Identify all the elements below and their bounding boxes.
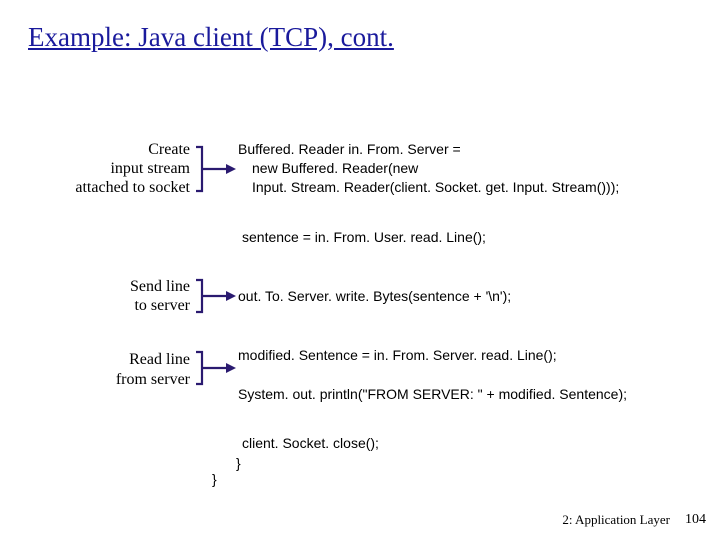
section-send-line: Send line to server out. To. Server. wri… <box>0 276 720 316</box>
label-read-line: Read line from server <box>0 346 190 388</box>
code-close-socket: client. Socket. close(); <box>0 434 720 453</box>
code-closing-braces: } } <box>212 455 241 487</box>
slide-content: Create input stream attached to socket B… <box>0 140 720 481</box>
footer-page-number: 104 <box>685 512 706 528</box>
code-create-stream: Buffered. Reader in. From. Server = new … <box>238 140 619 197</box>
code-line: new Buffered. Reader(new <box>238 159 619 178</box>
closing-brace: } <box>212 471 241 487</box>
label-create-stream: Create input stream attached to socket <box>0 140 190 198</box>
code-send-line: out. To. Server. write. Bytes(sentence +… <box>238 287 511 306</box>
slide-title: Example: Java client (TCP), cont. <box>28 22 394 53</box>
closing-brace: } <box>212 455 241 471</box>
arrow-icon <box>190 346 238 388</box>
code-line: System. out. println("FROM SERVER: " + m… <box>238 385 627 404</box>
footer-chapter: 2: Application Layer <box>562 512 670 528</box>
label-send-line: Send line to server <box>0 277 190 315</box>
code-line: Input. Stream. Reader(client. Socket. ge… <box>238 178 619 197</box>
section-read-line: Read line from server modified. Sentence… <box>0 346 720 404</box>
arrow-icon <box>190 143 238 195</box>
arrow-icon <box>190 276 238 316</box>
section-create-stream: Create input stream attached to socket B… <box>0 140 720 198</box>
code-line: Buffered. Reader in. From. Server = <box>238 140 619 159</box>
code-line: modified. Sentence = in. From. Server. r… <box>238 346 627 365</box>
code-read-line: modified. Sentence = in. From. Server. r… <box>238 346 627 404</box>
code-sentence-read: sentence = in. From. User. read. Line(); <box>0 228 720 247</box>
